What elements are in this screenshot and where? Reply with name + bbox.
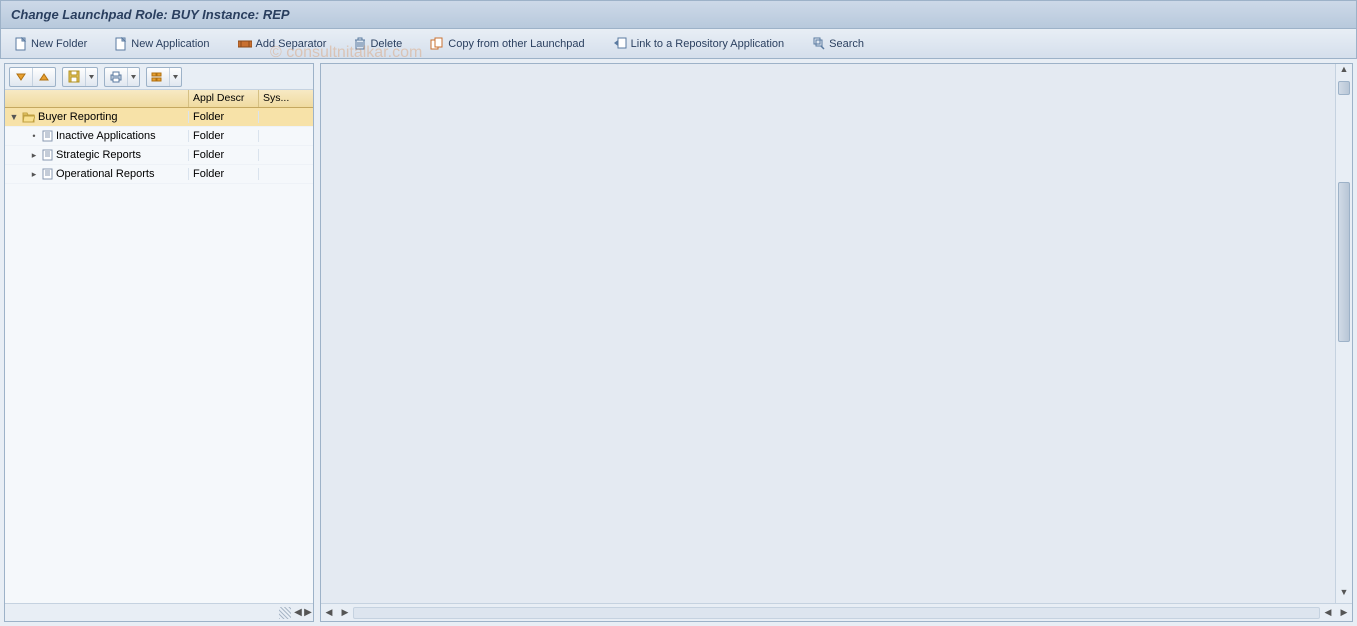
tree-header: Appl Descr Sys... [5,90,313,108]
tree-scroll-bottom: ◀ ▶ [5,603,313,621]
link-icon [613,37,627,50]
search-button[interactable]: Search [804,34,872,53]
tree-node-label: Buyer Reporting [38,111,118,123]
tree-node-type: Folder [189,111,259,123]
document-icon [15,37,27,51]
expand-icon[interactable]: ▸ [29,150,39,161]
collapse-all-button[interactable] [33,68,55,86]
scroll-right-icon[interactable]: ▶ [337,607,353,618]
tree-header-name[interactable] [5,90,189,107]
vertical-scrollbar[interactable]: ▲ ▼ [1335,64,1352,603]
tree-header-appl[interactable]: Appl Descr [189,90,259,107]
new-folder-button[interactable]: New Folder [7,34,95,54]
tree-node-label: Operational Reports [56,168,154,180]
scroll-left-icon[interactable]: ◀ [321,607,337,618]
new-folder-label: New Folder [31,38,87,50]
tree-toolbar [5,64,313,90]
delete-label: Delete [370,38,402,50]
layout-button[interactable] [147,68,170,86]
scroll-thumb[interactable] [1338,81,1350,95]
tree-row-operational-reports[interactable]: ▸ Operational Reports Folder [5,165,313,184]
link-repo-button[interactable]: Link to a Repository Application [605,34,792,53]
scroll-left-icon[interactable]: ◀ [293,606,303,620]
title-bar: Change Launchpad Role: BUY Instance: REP [0,0,1357,29]
print-button[interactable] [105,68,128,86]
copy-from-label: Copy from other Launchpad [448,38,584,50]
scroll-right-icon[interactable]: ▶ [303,606,313,620]
new-application-button[interactable]: New Application [107,34,217,54]
tree-node-label: Inactive Applications [56,130,156,142]
scroll-track[interactable] [353,607,1320,619]
document-icon [42,130,53,142]
tree-node-type: Folder [189,168,259,180]
column-resizer[interactable] [279,607,291,619]
document-icon [42,168,53,180]
delete-button[interactable]: Delete [346,34,410,53]
separator-icon [238,38,252,50]
add-separator-label: Add Separator [256,38,327,50]
copy-icon [430,37,444,50]
main-area: Appl Descr Sys... ▼ Buyer Reporting Fold… [0,59,1357,626]
document-icon [115,37,127,51]
leaf-icon: • [29,131,39,141]
tree-row-inactive-apps[interactable]: • Inactive Applications Folder [5,127,313,146]
tree-node-type: Folder [189,130,259,142]
tree-node-type: Folder [189,149,259,161]
main-toolbar: New Folder New Application Add Separator… [0,29,1357,59]
document-icon [42,149,53,161]
horizontal-scrollbar[interactable]: ◀ ▶ ◀ ▶ [321,603,1352,621]
collapse-icon[interactable]: ▼ [9,112,19,122]
scroll-left-icon[interactable]: ◀ [1320,607,1336,618]
layout-dropdown[interactable] [170,68,181,86]
scroll-down-icon[interactable]: ▼ [1336,587,1352,603]
content-panel: ▲ ▼ ◀ ▶ ◀ ▶ [320,63,1353,622]
page-title: Change Launchpad Role: BUY Instance: REP [11,7,290,22]
expand-all-button[interactable] [10,68,33,86]
scroll-thumb[interactable] [1338,182,1350,342]
tree-row-strategic-reports[interactable]: ▸ Strategic Reports Folder [5,146,313,165]
save-dropdown[interactable] [86,68,97,86]
folder-open-icon [22,112,35,123]
new-application-label: New Application [131,38,209,50]
scroll-up-icon[interactable]: ▲ [1336,64,1352,80]
save-button[interactable] [63,68,86,86]
scroll-right-icon[interactable]: ▶ [1336,607,1352,618]
tree-row-buyer-reporting[interactable]: ▼ Buyer Reporting Folder [5,108,313,127]
expand-icon[interactable]: ▸ [29,169,39,180]
tree-header-sys[interactable]: Sys... [259,90,297,107]
tree-panel: Appl Descr Sys... ▼ Buyer Reporting Fold… [4,63,314,622]
search-icon [812,37,825,50]
tree-node-label: Strategic Reports [56,149,141,161]
search-label: Search [829,38,864,50]
copy-from-button[interactable]: Copy from other Launchpad [422,34,592,53]
link-repo-label: Link to a Repository Application [631,38,784,50]
add-separator-button[interactable]: Add Separator [230,35,335,53]
tree-body: ▼ Buyer Reporting Folder • Inactive Appl [5,108,313,603]
print-dropdown[interactable] [128,68,139,86]
trash-icon [354,37,366,50]
